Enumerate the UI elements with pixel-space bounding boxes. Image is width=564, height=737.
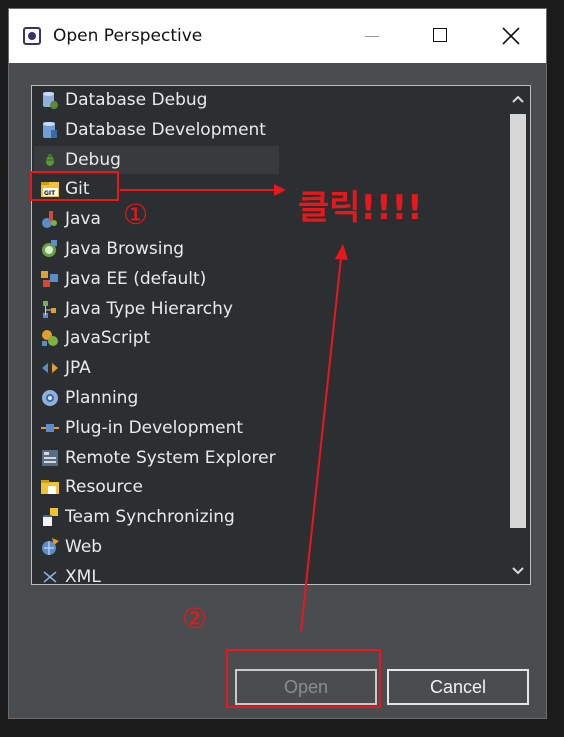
close-icon <box>502 27 520 45</box>
step-two-marker: ② <box>182 602 208 635</box>
click-annotation: 클릭!!!! <box>298 188 423 228</box>
step-one-marker: ① <box>123 198 149 231</box>
perspective-item-label: JPA <box>65 358 91 379</box>
perspective-item-label: Team Synchronizing <box>65 507 235 528</box>
minimize-button[interactable] <box>349 19 395 53</box>
scrollbar-thumb[interactable] <box>510 114 526 528</box>
perspective-item-label: Resource <box>65 477 143 498</box>
perspective-item-planning[interactable]: Planning <box>34 384 279 412</box>
perspective-item-remote-system-explorer[interactable]: Remote System Explorer <box>34 444 279 472</box>
perspective-item-label: Git <box>65 179 90 200</box>
perspective-item-label: Database Debug <box>65 90 208 110</box>
perspective-item-database-development[interactable]: Database Development <box>34 116 279 144</box>
perspective-item-label: Java <box>65 209 101 230</box>
eclipse-app-icon <box>23 27 41 45</box>
perspective-item-resource[interactable]: Resource <box>34 473 279 501</box>
database-development-icon <box>39 119 61 141</box>
type-hierarchy-icon <box>39 298 61 320</box>
perspective-item-label: Planning <box>65 388 139 408</box>
dialog-title: Open Perspective <box>53 26 203 46</box>
perspective-item-label: Remote System Explorer <box>65 447 276 468</box>
perspective-list-items: Database Debug Database Development Debug G… <box>32 86 506 584</box>
xml-icon <box>39 566 61 584</box>
dialog-content: Database Debug Database Development Debug G… <box>9 63 546 718</box>
perspective-item-git[interactable]: GIT Git <box>34 175 279 203</box>
java-ee-icon <box>39 268 61 290</box>
remote-system-icon <box>39 447 61 469</box>
perspective-item-label: JavaScript <box>65 328 151 349</box>
chevron-down-icon <box>512 567 524 575</box>
perspective-item-label: Web <box>65 537 103 557</box>
perspective-item-web[interactable]: Web <box>34 533 279 561</box>
perspective-item-database-debug[interactable]: Database Debug <box>34 86 279 114</box>
perspective-item-java-browsing[interactable]: Java Browsing <box>34 235 279 263</box>
perspective-item-label: Database Development <box>65 119 266 140</box>
perspective-item-label: XML <box>65 566 101 584</box>
database-debug-icon <box>39 89 61 111</box>
perspective-item-java[interactable]: Java <box>34 205 279 233</box>
maximize-button[interactable] <box>417 19 463 53</box>
perspective-item-label: Plug-in Development <box>65 417 244 438</box>
planning-icon <box>39 387 61 409</box>
perspective-item-team-synchronizing[interactable]: Team Synchronizing <box>34 503 279 531</box>
git-icon: GIT <box>39 178 61 200</box>
perspective-item-label: Java EE (default) <box>65 268 207 289</box>
open-button[interactable]: Open <box>235 669 377 705</box>
perspective-item-javascript[interactable]: JavaScript <box>34 324 279 352</box>
perspective-item-xml[interactable]: XML <box>34 563 279 584</box>
java-browsing-icon <box>39 238 61 260</box>
scroll-down-arrow[interactable] <box>506 560 530 582</box>
chevron-up-icon <box>512 95 524 103</box>
svg-text:GIT: GIT <box>44 190 56 197</box>
close-button[interactable] <box>487 19 533 53</box>
vertical-scrollbar[interactable] <box>506 86 530 584</box>
resource-folder-icon <box>39 476 61 498</box>
perspective-item-java-type-hierarchy[interactable]: Java Type Hierarchy <box>34 295 279 323</box>
perspective-item-debug[interactable]: Debug <box>34 145 279 174</box>
perspective-item-java-ee-default[interactable]: Java EE (default) <box>34 265 279 293</box>
debug-bug-icon <box>39 149 61 171</box>
jpa-icon <box>39 357 61 379</box>
cancel-button[interactable]: Cancel <box>387 669 529 705</box>
perspective-item-jpa[interactable]: JPA <box>34 354 279 382</box>
perspective-item-label: Debug <box>65 149 121 170</box>
team-sync-icon <box>39 506 61 528</box>
scroll-up-arrow[interactable] <box>506 88 530 110</box>
perspective-item-label: Java Type Hierarchy <box>65 298 233 319</box>
perspective-item-plug-in-development[interactable]: Plug-in Development <box>34 414 279 442</box>
perspective-list[interactable]: Database Debug Database Development Debug G… <box>31 85 531 585</box>
open-perspective-dialog: Open Perspective Database Debug Database … <box>8 8 547 719</box>
java-icon <box>39 208 61 230</box>
title-bar: Open Perspective <box>9 9 546 63</box>
web-icon <box>39 536 61 558</box>
plugin-icon <box>39 417 61 439</box>
perspective-item-label: Java Browsing <box>65 239 185 259</box>
javascript-icon <box>39 327 61 349</box>
